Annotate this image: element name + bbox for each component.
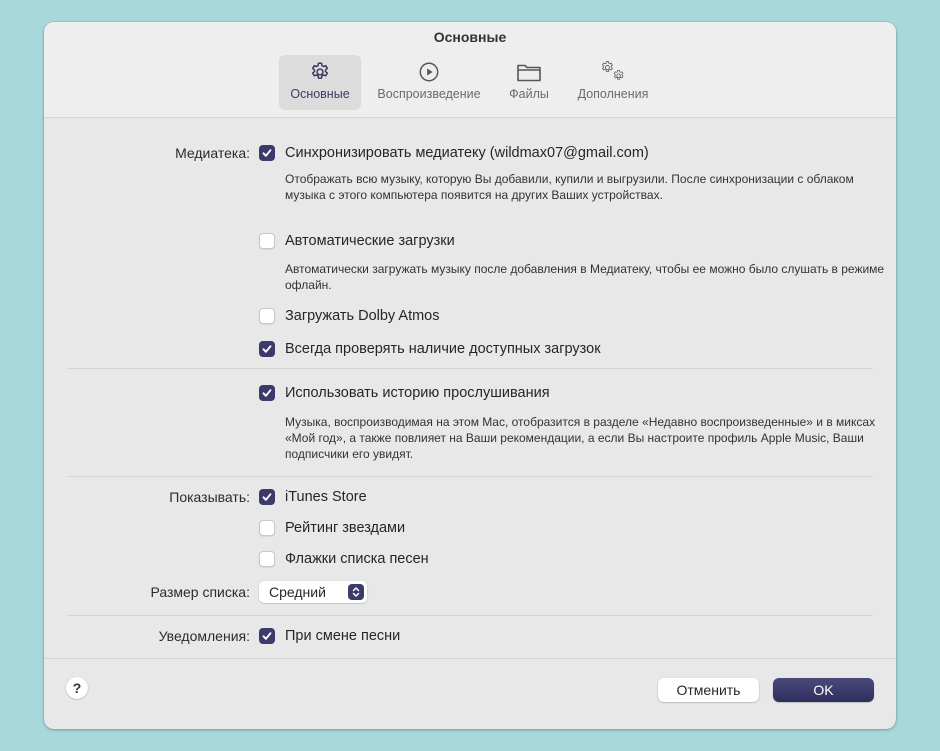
cancel-button[interactable]: Отменить <box>658 678 759 702</box>
auto-downloads-checkbox[interactable] <box>259 233 275 249</box>
help-button[interactable]: ? <box>66 677 88 699</box>
tab-label: Файлы <box>509 87 549 101</box>
gear-icon <box>309 60 331 84</box>
check-downloads-label[interactable]: Всегда проверять наличие доступных загру… <box>285 338 601 360</box>
tab-files[interactable]: Файлы <box>501 55 557 110</box>
list-size-popup[interactable]: Средний <box>259 581 367 603</box>
tab-advanced[interactable]: Дополнения <box>567 55 659 110</box>
ok-button[interactable]: OK <box>773 678 874 702</box>
checkmark-icon <box>262 389 272 397</box>
tab-label: Воспроизведение <box>377 87 481 101</box>
song-change-label[interactable]: При смене песни <box>285 625 400 647</box>
play-circle-icon <box>418 60 440 84</box>
auto-downloads-description: Автоматически загружать музыку после доб… <box>285 262 885 292</box>
tab-bar: Основные Воспроизведение Файлы Дополнени… <box>44 55 896 111</box>
separator <box>67 368 873 369</box>
window-title: Основные <box>433 29 507 45</box>
separator <box>67 476 873 477</box>
itunes-store-checkbox[interactable] <box>259 489 275 505</box>
song-flags-label[interactable]: Флажки списка песен <box>285 548 429 570</box>
separator <box>67 615 873 616</box>
show-label: Показывать: <box>169 489 250 505</box>
chevron-up-down-icon <box>348 584 364 600</box>
dolby-atmos-checkbox[interactable] <box>259 308 275 324</box>
footer-separator <box>44 658 896 659</box>
gears-icon <box>599 60 627 84</box>
star-ratings-label[interactable]: Рейтинг звездами <box>285 517 405 539</box>
song-flags-checkbox[interactable] <box>259 551 275 567</box>
library-label: Медиатека: <box>175 145 250 161</box>
auto-downloads-label[interactable]: Автоматические загрузки <box>285 230 455 252</box>
tab-general[interactable]: Основные <box>279 55 361 110</box>
checkmark-icon <box>262 149 272 157</box>
checkmark-icon <box>262 345 272 353</box>
sync-library-label[interactable]: Синхронизировать медиатеку (wildmax07@gm… <box>285 142 649 164</box>
check-downloads-checkbox[interactable] <box>259 341 275 357</box>
tab-playback[interactable]: Воспроизведение <box>367 55 491 110</box>
notifications-label: Уведомления: <box>158 628 250 644</box>
tab-label: Дополнения <box>577 87 649 101</box>
folder-icon <box>516 60 542 84</box>
star-ratings-checkbox[interactable] <box>259 520 275 536</box>
toolbar: Основные Основные Воспроизведение Файлы … <box>44 22 896 118</box>
list-size-value: Средний <box>269 584 326 600</box>
listening-history-label[interactable]: Использовать историю прослушивания <box>285 382 550 404</box>
preferences-window: Основные Основные Воспроизведение Файлы … <box>44 22 896 729</box>
itunes-store-label[interactable]: iTunes Store <box>285 486 367 508</box>
listening-history-checkbox[interactable] <box>259 385 275 401</box>
dolby-atmos-label[interactable]: Загружать Dolby Atmos <box>285 305 440 327</box>
list-size-label: Размер списка: <box>150 584 250 600</box>
checkmark-icon <box>262 493 272 501</box>
song-change-checkbox[interactable] <box>259 628 275 644</box>
sync-library-checkbox[interactable] <box>259 145 275 161</box>
checkmark-icon <box>262 632 272 640</box>
listening-history-description: Музыка, воспроизводимая на этом Mac, ото… <box>285 415 876 461</box>
tab-label: Основные <box>290 87 350 101</box>
sync-library-description: Отображать всю музыку, которую Вы добави… <box>285 172 854 202</box>
